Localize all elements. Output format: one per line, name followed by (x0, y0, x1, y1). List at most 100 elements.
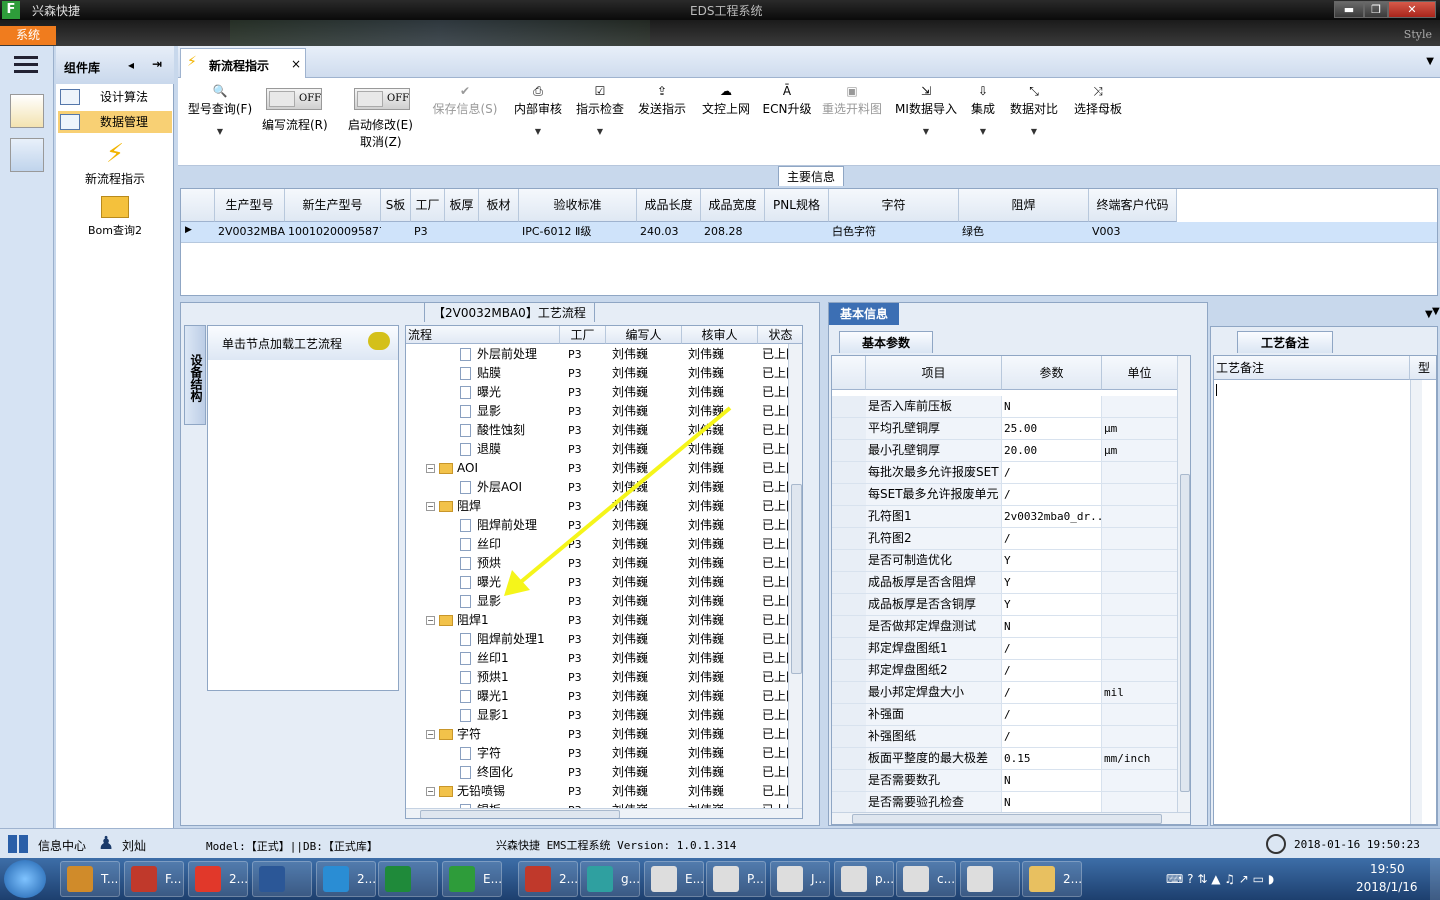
param-value[interactable]: Y (1002, 572, 1102, 593)
tree-row[interactable]: 贴膜 P3 刘伟巍 刘伟巍 已上网 (406, 364, 802, 383)
basic-params-tab[interactable]: 基本参数 (839, 331, 933, 353)
param-value[interactable]: N (1002, 616, 1102, 637)
show-desktop-button[interactable] (1430, 858, 1440, 900)
param-row[interactable]: 板面平整度的最大极差 0.15 mm/inch (832, 748, 1190, 770)
collapse-toggle-icon[interactable]: − (426, 730, 435, 739)
tree-node[interactable]: 终固化 (460, 763, 513, 782)
column-header[interactable]: 生产型号 (215, 189, 285, 222)
taskbar-app-button[interactable]: 2... (1022, 861, 1082, 897)
process-remark-tab[interactable]: 工艺备注 (1237, 331, 1333, 353)
equipment-structure-tab[interactable]: 设备结构 (184, 325, 206, 425)
calculator-module-icon[interactable] (10, 138, 44, 172)
tree-column-header[interactable]: 工厂 (560, 326, 606, 344)
table-cell[interactable] (445, 222, 479, 242)
integrate-button[interactable]: ⇩ 集成 ▼ (968, 82, 998, 136)
table-cell[interactable]: 240.03 (637, 222, 701, 242)
tree-node[interactable]: 贴膜 (460, 364, 501, 383)
column-header[interactable]: 验收标准 (519, 189, 637, 222)
tab-list-dropdown-icon[interactable]: ▼ (1426, 56, 1434, 67)
save-info-button[interactable]: ✔ 保存信息(S) (430, 82, 500, 117)
taskbar-app-button[interactable]: E... (644, 861, 704, 897)
scroll-thumb[interactable] (420, 810, 620, 818)
param-row[interactable]: 是否需要数孔 N (832, 770, 1190, 792)
start-button[interactable] (4, 860, 46, 898)
param-value[interactable]: Y (1002, 550, 1102, 571)
internal-review-button[interactable]: ⎙ 内部审核 ▼ (512, 82, 564, 136)
column-header[interactable]: PNL规格 (765, 189, 829, 222)
table-cell[interactable]: 白色字符 (829, 222, 959, 242)
param-value[interactable]: / (1002, 660, 1102, 681)
collapse-toggle-icon[interactable]: − (426, 502, 435, 511)
scroll-thumb[interactable] (852, 814, 1162, 824)
tree-row[interactable]: 曝光1 P3 刘伟巍 刘伟巍 已上网 (406, 687, 802, 706)
comp-item-data-management[interactable]: 数据管理 (58, 111, 172, 133)
tree-column-header[interactable]: 核审人 (682, 326, 758, 344)
param-row[interactable]: 成品板厚是否含铜厚 Y (832, 594, 1190, 616)
param-value[interactable]: / (1002, 638, 1102, 659)
tab-close-icon[interactable]: × (291, 57, 301, 71)
param-row[interactable]: 邦定焊盘图纸2/ (832, 660, 1190, 682)
column-header[interactable]: 板材 (479, 189, 519, 222)
table-cell[interactable]: 绿色 (959, 222, 1089, 242)
column-header[interactable]: 新生产型号 (285, 189, 381, 222)
param-row[interactable]: 补强面 / (832, 704, 1190, 726)
system-menu-tab[interactable]: 系统 (0, 26, 56, 45)
tree-node[interactable]: − 阻焊 (426, 497, 481, 516)
param-column-header[interactable]: 项目 (866, 356, 1002, 390)
remark-vertical-scrollbar[interactable] (1410, 380, 1422, 824)
table-cell[interactable]: 208.28 (701, 222, 765, 242)
pin-panel-icon[interactable]: ⇥ (152, 57, 162, 71)
param-row[interactable]: 是否需要验孔检查 N (832, 792, 1190, 814)
taskbar-app-button[interactable]: g... (580, 861, 640, 897)
tree-node[interactable]: 预烘1 (460, 668, 509, 687)
param-value[interactable]: / (1002, 484, 1102, 505)
table-cell[interactable]: 10010200095877 (285, 222, 381, 242)
taskbar-app-button[interactable]: 2... (316, 861, 376, 897)
param-row[interactable]: 每SET最多允许报废单元 / (832, 484, 1190, 506)
param-value[interactable]: N (1002, 396, 1102, 417)
tree-node[interactable]: 字符 (460, 744, 501, 763)
param-row[interactable]: 是否做邦定焊盘测试 N (832, 616, 1190, 638)
table-cell[interactable]: 2V0032MBA0 (215, 222, 285, 242)
param-row[interactable]: 孔符图1 2v0032mba0_dr... (832, 506, 1190, 528)
tray-icons[interactable]: ⌨ ? ⇅ ▲ ♫ ↗ ▭ ◗ (1166, 872, 1274, 886)
tree-row[interactable]: 显影1 P3 刘伟巍 刘伟巍 已上网 (406, 706, 802, 725)
param-row[interactable]: 成品板厚是否含阻焊 Y (832, 572, 1190, 594)
param-row[interactable]: 邦定焊盘图纸1/ (832, 638, 1190, 660)
table-row[interactable]: ▶ 2V0032MBA0 10010200095877 P3 IPC-6012 Ⅱ级 2… (181, 222, 1437, 243)
start-edit-toggle[interactable]: OFF (354, 88, 410, 110)
scroll-thumb[interactable] (791, 484, 802, 674)
select-motherboard-button[interactable]: ⤨ 选择母板 (1072, 82, 1124, 117)
collapse-toggle-icon[interactable]: − (426, 616, 435, 625)
doc-upload-button[interactable]: ☁ 文控上网 (698, 82, 754, 117)
tree-row[interactable]: 预烘1 P3 刘伟巍 刘伟巍 已上网 (406, 668, 802, 687)
param-value[interactable]: / (1002, 726, 1102, 747)
taskbar-app-button[interactable] (378, 861, 438, 897)
taskbar-app-button[interactable]: 2... (188, 861, 248, 897)
yx-module-icon[interactable] (10, 94, 44, 128)
collapse-left-icon[interactable]: ◂ (128, 58, 134, 72)
taskbar-app-button[interactable]: T... (60, 861, 120, 897)
tree-node[interactable]: 阻焊前处理1 (460, 630, 545, 649)
tree-row[interactable]: 外层前处理 P3 刘伟巍 刘伟巍 已上网 (406, 345, 802, 364)
cancel-button[interactable]: 取消(Z) (360, 133, 402, 150)
param-value[interactable]: 0.15 (1002, 748, 1102, 769)
column-header[interactable]: 阻焊 (959, 189, 1089, 222)
column-header[interactable]: S板 (381, 189, 411, 222)
taskbar-app-button[interactable] (960, 861, 1020, 897)
param-row[interactable]: 最小孔壁铜厚 20.00 μm (832, 440, 1190, 462)
param-row[interactable]: 是否入库前压板 N (832, 396, 1190, 418)
param-value[interactable]: / (1002, 704, 1102, 725)
send-instruction-button[interactable]: ⇪ 发送指示 (636, 82, 688, 117)
tree-row[interactable]: 丝印1 P3 刘伟巍 刘伟巍 已上网 (406, 649, 802, 668)
param-value[interactable]: / (1002, 462, 1102, 483)
column-header[interactable]: 板厚 (445, 189, 479, 222)
taskbar-app-button[interactable]: F... (124, 861, 184, 897)
tree-node[interactable]: 显影1 (460, 706, 509, 725)
param-value[interactable]: 2v0032mba0_dr... (1002, 506, 1102, 527)
tree-column-header[interactable]: 状态 (758, 326, 802, 344)
tool-bom-query[interactable]: Bom查询2 (56, 196, 174, 238)
collapse-toggle-icon[interactable]: − (426, 787, 435, 796)
taskbar-app-button[interactable] (252, 861, 312, 897)
hamburger-menu-icon[interactable] (14, 56, 38, 74)
